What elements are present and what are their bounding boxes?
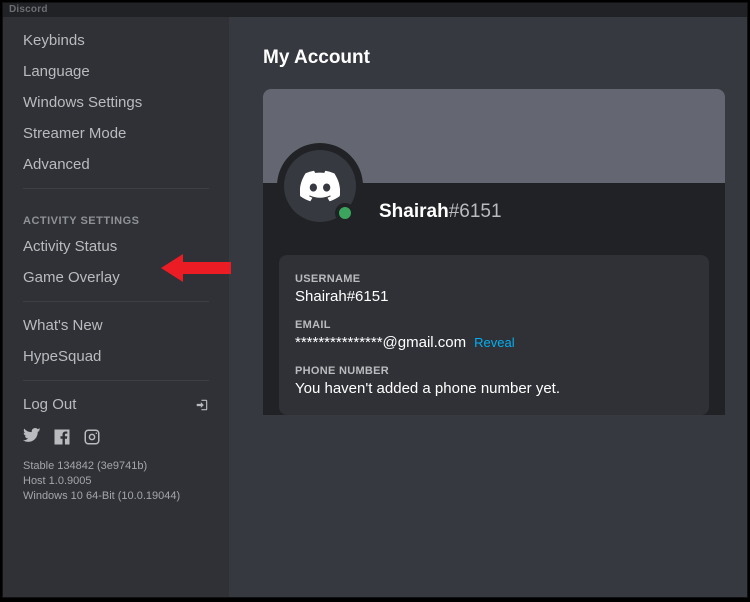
layout: Keybinds Language Windows Settings Strea… [3, 17, 747, 597]
account-card: Shairah#6151 USERNAME Shairah#6151 EMAIL… [263, 89, 725, 415]
logout-label: Log Out [23, 396, 76, 413]
app-window: Discord Keybinds Language Windows Settin… [2, 2, 748, 598]
titlebar: Discord [3, 3, 747, 17]
status-online-icon [335, 203, 355, 223]
sidebar-item-logout[interactable]: Log Out [13, 389, 219, 420]
avatar-container [277, 143, 363, 229]
sidebar-item-windows-settings[interactable]: Windows Settings [13, 87, 219, 118]
discriminator: #6151 [449, 201, 502, 223]
field-label-phone: PHONE NUMBER [295, 365, 693, 377]
profile-header: Shairah#6151 [263, 183, 725, 241]
field-label-username: USERNAME [295, 273, 693, 285]
instagram-icon[interactable] [83, 428, 101, 451]
social-links [13, 420, 219, 453]
settings-sidebar: Keybinds Language Windows Settings Strea… [3, 17, 229, 597]
logout-icon [195, 398, 209, 412]
twitter-icon[interactable] [23, 428, 41, 451]
sidebar-item-game-overlay[interactable]: Game Overlay [13, 262, 219, 293]
separator [23, 188, 209, 189]
separator [23, 380, 209, 381]
field-value-phone: You haven't added a phone number yet. [295, 380, 693, 397]
facebook-icon[interactable] [53, 428, 71, 451]
sidebar-item-whats-new[interactable]: What's New [13, 310, 219, 341]
app-title: Discord [9, 4, 48, 15]
build-line: Host 1.0.9005 [23, 474, 209, 489]
sidebar-item-keybinds[interactable]: Keybinds [13, 25, 219, 56]
build-info: Stable 134842 (3e9741b) Host 1.0.9005 Wi… [13, 453, 219, 510]
sidebar-item-advanced[interactable]: Advanced [13, 149, 219, 180]
page-title: My Account [263, 47, 747, 69]
field-label-email: EMAIL [295, 319, 693, 331]
field-value-email: ***************@gmail.com Reveal [295, 334, 693, 351]
sidebar-item-hypesquad[interactable]: HypeSquad [13, 341, 219, 372]
field-value-username: Shairah#6151 [295, 288, 693, 305]
sidebar-header-activity: ACTIVITY SETTINGS [13, 197, 219, 231]
build-line: Stable 134842 (3e9741b) [23, 459, 209, 474]
sidebar-item-activity-status[interactable]: Activity Status [13, 231, 219, 262]
display-name: Shairah#6151 [379, 201, 502, 223]
build-line: Windows 10 64-Bit (10.0.19044) [23, 489, 209, 504]
reveal-email-link[interactable]: Reveal [474, 335, 514, 350]
username-text: Shairah [379, 201, 449, 223]
account-fields: USERNAME Shairah#6151 EMAIL ************… [279, 255, 709, 415]
email-masked: ***************@gmail.com [295, 334, 466, 351]
sidebar-item-language[interactable]: Language [13, 56, 219, 87]
discord-logo-icon [300, 166, 340, 206]
separator [23, 301, 209, 302]
sidebar-item-streamer-mode[interactable]: Streamer Mode [13, 118, 219, 149]
content-area: My Account Shairah#6151 [229, 17, 747, 597]
